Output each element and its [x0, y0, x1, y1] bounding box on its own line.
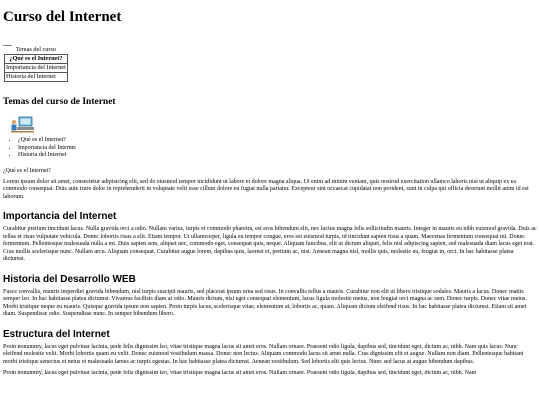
topics-table: Temas del curso ¿Qué es el Internet? Imp…	[4, 46, 68, 82]
topics-table-header: ¿Qué es el Internet?	[4, 54, 68, 64]
topics-table-row: Historia del Internet	[4, 72, 68, 82]
trailing-paragraph: Proin nonummy, lacus eget pulvinar lacin…	[3, 370, 477, 376]
list-item: ¿Qué es el Internet?	[18, 137, 537, 145]
topics-heading: Temas del curso de Internet	[3, 97, 116, 107]
section-heading: Estructura del Internet	[3, 328, 110, 340]
topics-table-caption: Temas del curso	[15, 46, 56, 53]
topics-list: ¿Qué es el Internet? Importancia del Int…	[3, 137, 537, 160]
page-title: Curso del Internet	[3, 9, 122, 25]
section-heading: Historia del Desarrollo WEB	[3, 273, 136, 285]
page: Curso del Internet __ Temas del curso ¿Q…	[0, 0, 540, 378]
section-heading: Importancia del Internet	[3, 211, 117, 222]
list-item: Importancia del Internet	[18, 145, 537, 153]
separator-dash: __	[3, 37, 12, 47]
list-item: Historia del Internet	[18, 152, 537, 160]
trailing-paragraph-wrap: Proin nonummy, lacus eget pulvinar lacin…	[3, 370, 537, 378]
topics-table-row: Importancia del Internet	[4, 63, 68, 73]
question-label: ¿Qué es el Internet?	[3, 167, 51, 174]
computer-user-image	[10, 116, 36, 134]
section-paragraph: Curabitur pretium tincidunt lacus. Nulla…	[3, 226, 537, 262]
section-paragraph: Fusce convallis, mauris imperdiet gravid…	[3, 288, 527, 318]
section-paragraph: Proin nonummy, lacus eget pulvinar lacin…	[3, 343, 524, 365]
intro-paragraph: Lorem ipsum dolor sit amet, consectetur …	[3, 178, 529, 200]
